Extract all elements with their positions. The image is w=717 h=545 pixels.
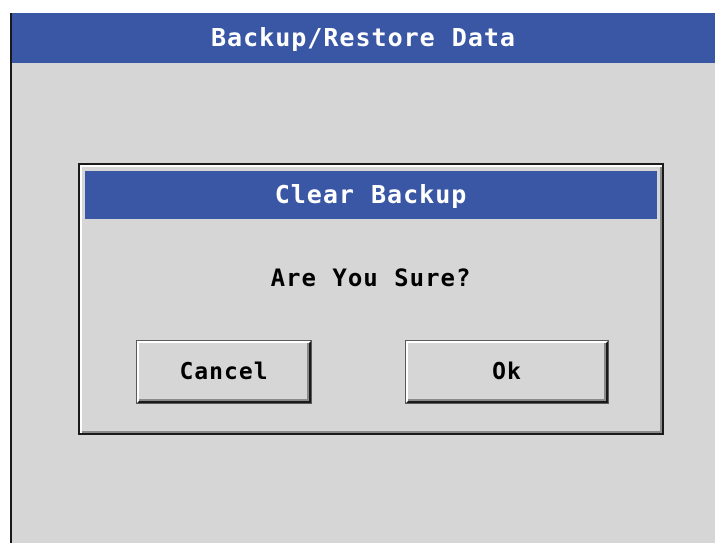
backup-restore-screen: Backup/Restore Data Clear Backup Are You…: [10, 13, 715, 543]
dialog-message: Are You Sure?: [270, 264, 472, 292]
window-title-bar: Backup/Restore Data: [12, 13, 715, 63]
clear-backup-dialog: Clear Backup Are You Sure? Cancel Ok: [78, 163, 664, 435]
dialog-title-bar: Clear Backup: [85, 171, 657, 219]
ok-button[interactable]: Ok: [406, 341, 608, 403]
cancel-button[interactable]: Cancel: [137, 341, 311, 403]
